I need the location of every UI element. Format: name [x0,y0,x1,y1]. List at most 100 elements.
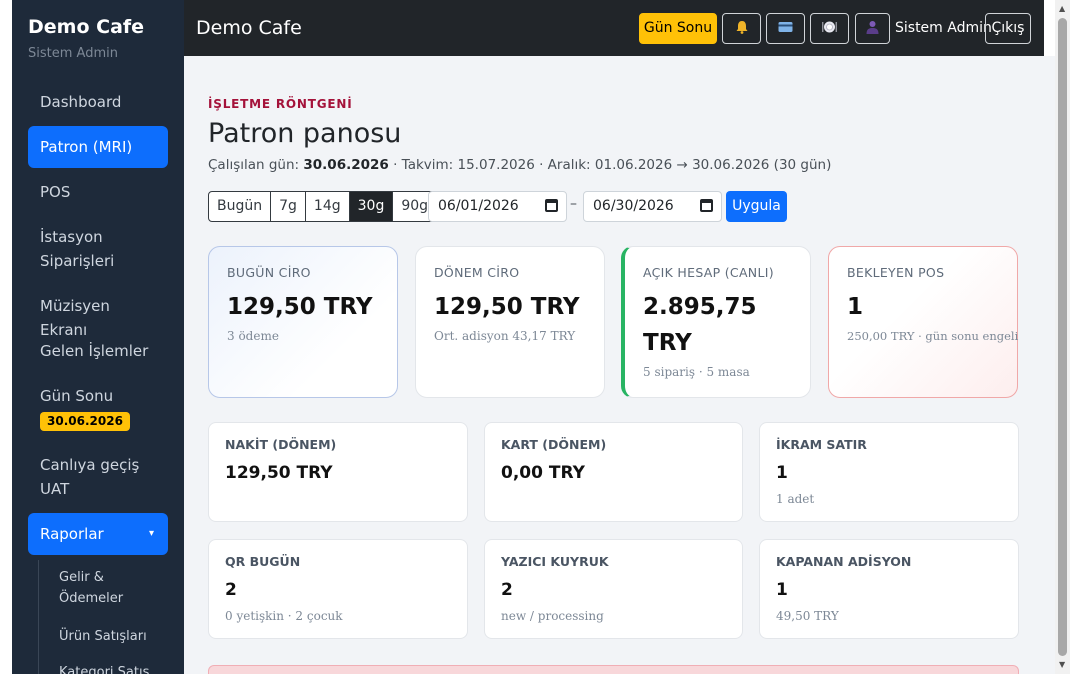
card-label: KART (DÖNEM) [501,437,607,452]
card-sub: 0 yetişkin · 2 çocuk [225,609,343,623]
card-qr-today: QR BUGÜN 2 0 yetişkin · 2 çocuk [208,539,468,639]
card-complimentary-lines: İKRAM SATIR 1 1 adet [759,422,1019,522]
kitchen-button[interactable] [810,13,849,44]
sidebar-item-label: Canlıya geçiş UAT [40,456,140,498]
sidebar-item-go-live-uat[interactable]: Canlıya geçiş UAT [28,453,168,501]
kpi-label: BEKLEYEN POS [847,265,945,280]
sidebar-brand: Demo Cafe [28,16,145,38]
card-value: 1 [776,580,788,600]
kpi-value: 129,50 TRY [434,294,580,320]
card-label: KAPANAN ADİSYON [776,554,912,569]
topbar-title: Demo Cafe [196,17,302,39]
card-value: 2 [225,580,237,600]
kpi-value: 1 [847,294,864,320]
sidebar-item-label: POS [40,183,71,201]
logout-button[interactable]: Çıkış [985,13,1031,44]
card-value: 1 [776,463,788,483]
range-7g-button[interactable]: 7g [271,192,306,221]
meta-prefix: Çalışılan gün: [208,157,300,173]
sidebar-item-label: Gün Sonu [40,387,114,405]
sidebar-item-label: Gelen İşlemler [40,342,149,360]
card-closed-checks: KAPANAN ADİSYON 1 49,50 TRY [759,539,1019,639]
date-to-input[interactable]: 06/30/2026 [583,191,722,222]
payments-button[interactable] [766,13,805,44]
kpi-sub: 250,00 TRY · gün sonu engeli [847,329,1019,343]
calendar-icon[interactable] [545,199,558,212]
scrollbar-thumb[interactable] [1058,18,1067,656]
submenu-item-category-sales[interactable]: Kategori Satış [59,662,169,674]
card-label: QR BUGÜN [225,554,301,569]
sidebar: Demo Cafe Sistem Admin Dashboard Patron … [12,0,184,674]
kpi-label: DÖNEM CİRO [434,265,520,280]
sidebar-item-label: İstasyon Siparişleri [40,228,115,270]
range-30g-button[interactable]: 30g [349,192,394,221]
page-meta: Çalışılan gün: 30.06.2026 · Takvim: 15.0… [208,157,831,173]
card-card-period: KART (DÖNEM) 0,00 TRY [484,422,743,522]
kpi-today-revenue: BUGÜN CİRO 129,50 TRY 3 ödeme [208,246,398,398]
sidebar-item-dashboard[interactable]: Dashboard [28,90,168,114]
sidebar-item-reports[interactable]: Raporlar ▾ [28,513,168,555]
page-eyebrow: İŞLETME RÖNTGENİ [208,97,353,111]
kpi-label: AÇIK HESAP (CANLI) [643,265,774,280]
alert-banner [208,665,1019,674]
sidebar-item-pos[interactable]: POS [28,180,168,204]
card-cash-period: NAKİT (DÖNEM) 129,50 TRY [208,422,468,522]
page-scrollbar[interactable]: ▲ ▼ [1055,0,1070,674]
date-to-value: 06/30/2026 [593,198,674,214]
card-value: 129,50 TRY [225,463,333,483]
range-toggle-group: Bugün 7g 14g 30g 90g [208,191,438,222]
sidebar-subtitle: Sistem Admin [28,46,118,61]
plate-icon [822,21,837,33]
calendar-icon[interactable] [700,199,713,212]
current-user-name: Sistem Admin [895,20,992,36]
card-label: NAKİT (DÖNEM) [225,437,337,452]
kpi-label: BUGÜN CİRO [227,265,311,280]
sidebar-item-day-end[interactable]: Gün Sonu 30.06.2026 [28,384,168,432]
meta-working-day: 30.06.2026 [303,157,389,173]
date-from-input[interactable]: 06/01/2026 [428,191,567,222]
sidebar-item-station-orders[interactable]: İstasyon Siparişleri [28,225,168,273]
sidebar-item-patron[interactable]: Patron (MRI) [28,126,168,168]
window-left-gutter [0,0,12,674]
profile-button[interactable] [855,13,890,44]
kpi-sub: Ort. adisyon 43,17 TRY [434,329,576,343]
day-end-button[interactable]: Gün Sonu [639,13,717,44]
kpi-open-account: AÇIK HESAP (CANLI) 2.895,75 TRY 5 sipari… [621,246,811,398]
range-today-button[interactable]: Bugün [209,192,272,221]
sidebar-item-label: Müzisyen Ekranı [40,297,110,339]
chevron-down-icon: ▾ [148,528,154,539]
kpi-pending-pos: BEKLEYEN POS 1 250,00 TRY · gün sonu eng… [828,246,1018,398]
submenu-item-product-sales[interactable]: Ürün Satışları [59,626,169,647]
sidebar-item-musician-screen[interactable]: Müzisyen Ekranı [28,294,168,342]
card-sub: new / processing [501,609,604,623]
kpi-period-revenue: DÖNEM CİRO 129,50 TRY Ort. adisyon 43,17… [415,246,605,398]
card-icon [778,22,793,32]
kpi-sub: 3 ödeme [227,329,279,343]
apply-button[interactable]: Uygula [726,191,787,222]
sidebar-item-label: Dashboard [40,93,122,111]
sidebar-item-label: Raporlar [40,525,104,543]
submenu-item-income-payments[interactable]: Gelir & Ödemeler [59,567,169,609]
sidebar-item-incoming[interactable]: Gelen İşlemler [28,339,168,363]
bell-icon [736,21,747,34]
kpi-value: 129,50 TRY [227,294,373,320]
user-icon [866,21,879,34]
date-from-value: 06/01/2026 [438,198,519,214]
topbar: Demo Cafe Gün Sonu Sistem Admin Çıkış [184,0,1044,56]
meta-rest: · Takvim: 15.07.2026 · Aralık: 01.06.202… [393,157,832,173]
card-value: 2 [501,580,513,600]
sidebar-item-label: Patron (MRI) [40,138,133,156]
card-sub: 1 adet [776,492,815,506]
scroll-down-arrow-icon[interactable]: ▼ [1059,660,1065,669]
range-14g-button[interactable]: 14g [306,192,350,221]
card-label: İKRAM SATIR [776,437,867,452]
reports-submenu: Gelir & Ödemeler Ürün Satışları Kategori… [38,560,184,674]
kpi-sub: 5 sipariş · 5 masa [643,365,750,379]
kpi-value: 2.895,75 TRY [643,294,757,356]
card-sub: 49,50 TRY [776,609,839,623]
scroll-up-arrow-icon[interactable]: ▲ [1059,4,1065,13]
notifications-button[interactable] [722,13,761,44]
main-content: İŞLETME RÖNTGENİ Patron panosu Çalışılan… [184,56,1055,674]
card-value: 0,00 TRY [501,463,585,483]
day-end-date-badge: 30.06.2026 [40,412,130,431]
